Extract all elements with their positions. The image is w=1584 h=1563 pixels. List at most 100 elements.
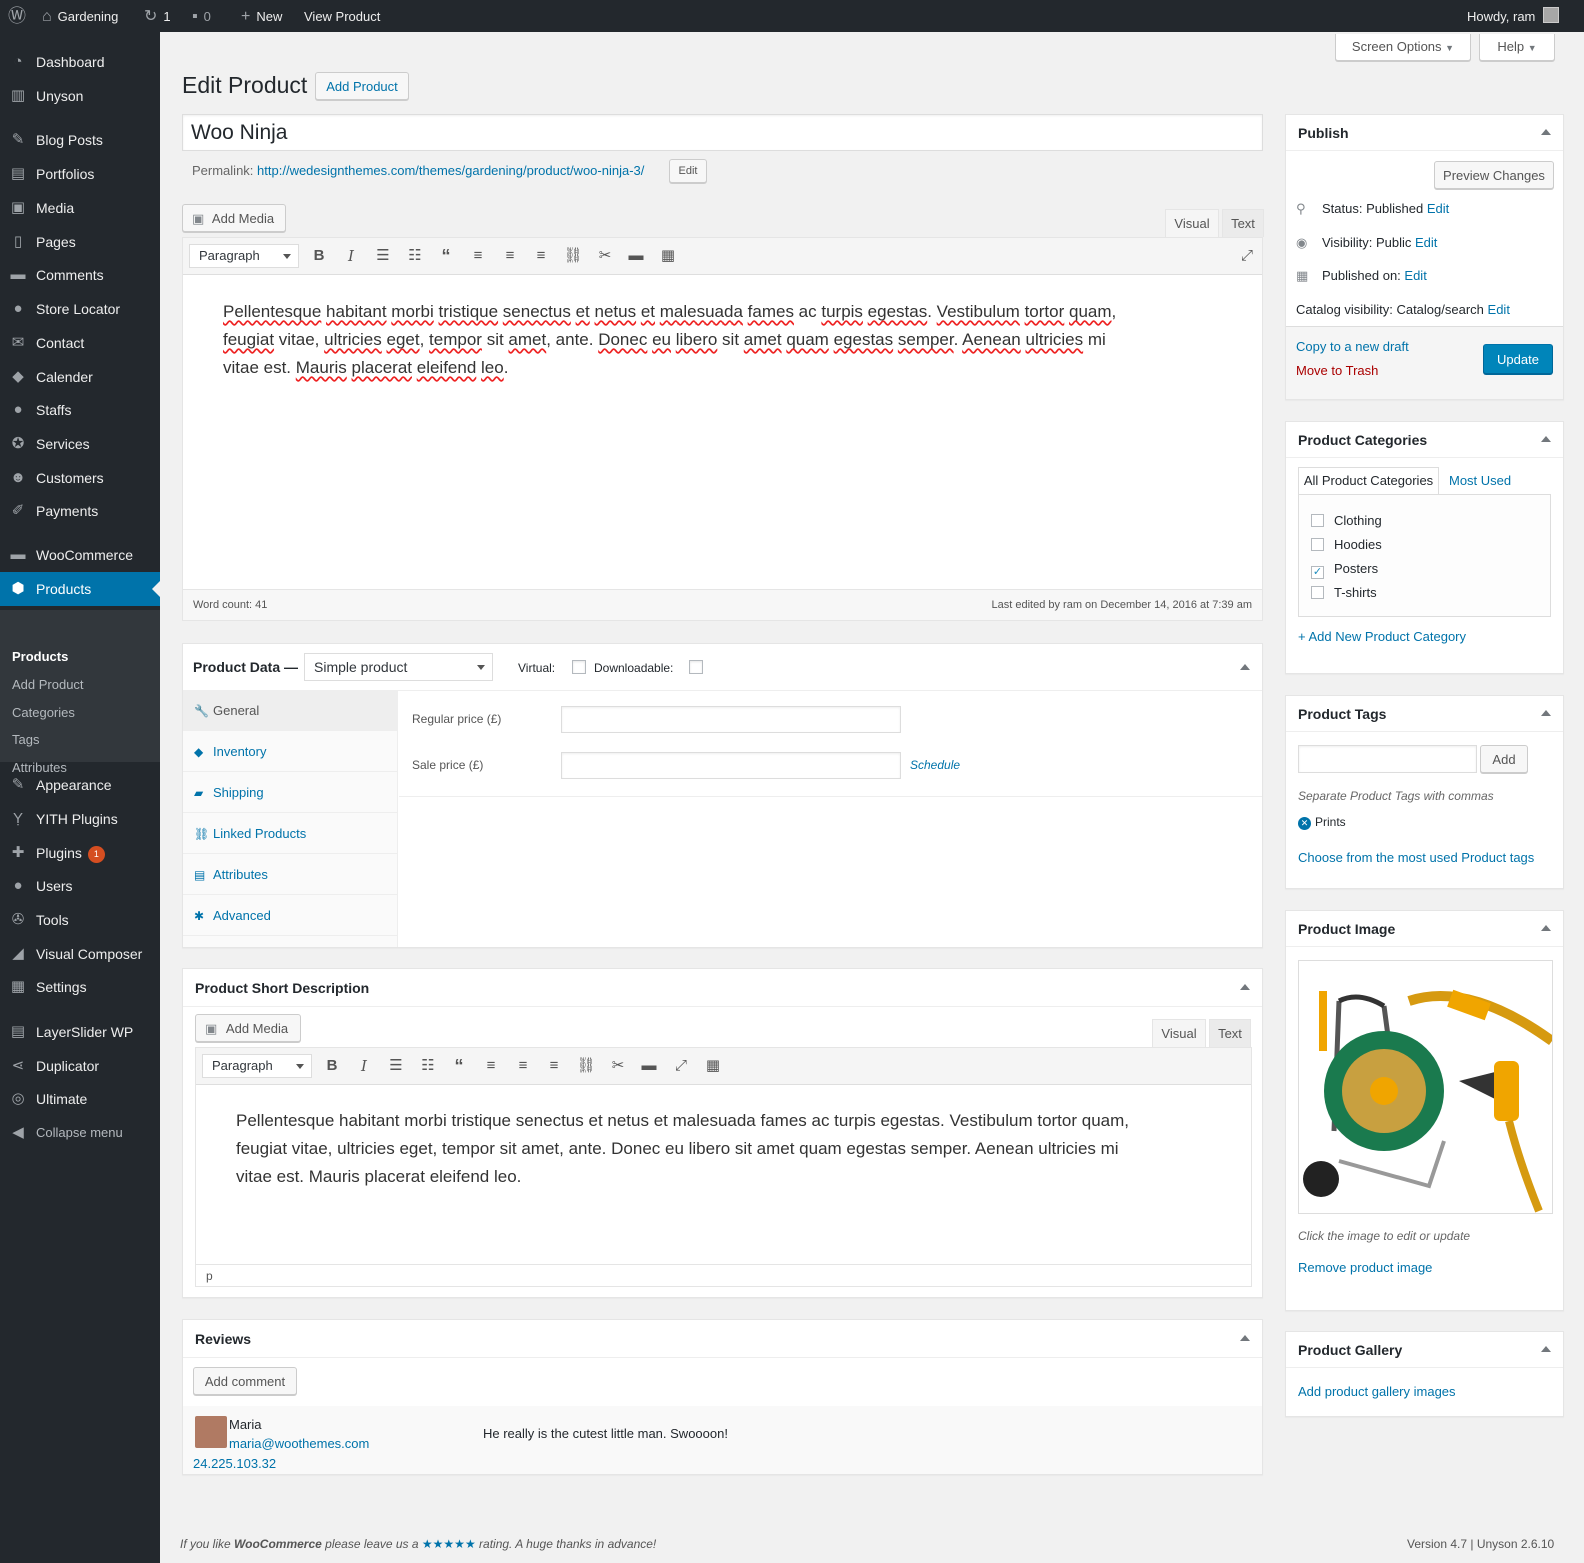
align-right-icon[interactable]: ≡ [531,246,551,266]
downloadable-checkbox[interactable] [689,660,703,674]
toolbar-toggle-icon[interactable]: ▦ [703,1056,723,1076]
toggle-icon[interactable] [1541,710,1551,716]
copy-draft-link[interactable]: Copy to a new draft [1296,339,1409,354]
review-email[interactable]: maria@woothemes.com [229,1436,369,1451]
post-title-input[interactable]: Woo Ninja [182,114,1263,151]
edit-date-link[interactable]: Edit [1404,268,1426,283]
format-select[interactable]: Paragraph [189,244,299,268]
sidebar-item-duplicator[interactable]: ⋖ Duplicator [0,1049,160,1083]
preview-changes-button[interactable]: Preview Changes [1434,161,1554,189]
add-tag-button[interactable]: Add [1480,745,1528,773]
align-left-icon[interactable]: ≡ [481,1056,501,1076]
toggle-icon[interactable] [1541,925,1551,931]
permalink-edit-button[interactable]: Edit [669,159,707,183]
rating-stars-link[interactable]: ★★★★★ [422,1537,476,1551]
regular-price-input[interactable] [561,706,901,733]
toggle-icon[interactable] [1541,436,1551,442]
bullet-list-icon[interactable]: ☰ [373,246,393,266]
submenu-categories[interactable]: Categories [12,705,75,720]
tab-advanced[interactable]: ✱ Advanced [183,896,397,936]
sidebar-item-media[interactable]: ▣ Media [0,191,160,225]
help-button[interactable]: Help ▼ [1479,34,1555,61]
sidebar-item-portfolios[interactable]: ▤ Portfolios [0,157,160,191]
sidebar-item-pages[interactable]: ▯ Pages [0,225,160,259]
edit-status-link[interactable]: Edit [1427,201,1449,216]
sidebar-item-woocommerce[interactable]: ▬ WooCommerce [0,538,160,572]
toggle-icon[interactable] [1240,1335,1250,1341]
comments-link[interactable]: ▪ 0 [192,0,211,32]
howdy-link[interactable]: Howdy, ram [1467,0,1535,32]
tab-text[interactable]: Text [1222,209,1264,237]
add-media-button[interactable]: ▣ Add Media [182,204,286,232]
toggle-icon[interactable] [1541,129,1551,135]
updates-link[interactable]: ↻ 1 [144,0,171,32]
sidebar-item-users[interactable]: ● Users [0,869,160,903]
sidebar-item-dashboard[interactable]: ◔ Dashboard [0,45,160,79]
sidebar-item-payments[interactable]: ✐ Payments [0,494,160,528]
italic-icon[interactable]: I [354,1056,374,1076]
review-ip[interactable]: 24.225.103.32 [193,1456,276,1471]
sidebar-item-yith-plugins[interactable]: Ỵ YITH Plugins [0,802,160,836]
align-center-icon[interactable]: ≡ [513,1056,533,1076]
link-icon[interactable]: ⛓ [563,246,583,266]
sidebar-item-products[interactable]: ⬢ Products [0,572,160,606]
align-center-icon[interactable]: ≡ [500,246,520,266]
update-button[interactable]: Update [1483,344,1553,374]
align-right-icon[interactable]: ≡ [544,1056,564,1076]
tag-input[interactable] [1298,745,1477,773]
choose-tags-link[interactable]: Choose from the most used Product tags [1298,850,1534,865]
bold-icon[interactable]: B [309,246,329,266]
sidebar-item-contact[interactable]: ✉ Contact [0,326,160,360]
read-more-icon[interactable]: ▬ [639,1056,659,1076]
tab-shipping[interactable]: ▰ Shipping [183,773,397,813]
view-product-link[interactable]: View Product [304,0,380,32]
align-left-icon[interactable]: ≡ [468,246,488,266]
toggle-icon[interactable] [1240,984,1250,990]
screen-options-button[interactable]: Screen Options ▼ [1335,34,1471,61]
sidebar-item-ultimate[interactable]: ◎ Ultimate [0,1082,160,1116]
bold-icon[interactable]: B [322,1056,342,1076]
fullscreen-icon[interactable]: ⤢ [671,1056,691,1076]
sidebar-item-customers[interactable]: ☻ Customers [0,461,160,495]
add-new-category-link[interactable]: + Add New Product Category [1298,629,1466,644]
add-gallery-images-link[interactable]: Add product gallery images [1298,1384,1456,1399]
tab-attributes[interactable]: ▤ Attributes [183,855,397,895]
unlink-icon[interactable]: ✂ [608,1056,628,1076]
category-checkbox[interactable] [1311,586,1324,599]
category-checkbox[interactable]: ✓ [1311,566,1324,579]
remove-image-link[interactable]: Remove product image [1298,1260,1432,1275]
category-checkbox[interactable] [1311,538,1324,551]
sidebar-item-appearance[interactable]: ✎ Appearance [0,768,160,802]
sidebar-item-collapse-menu[interactable]: ◀ Collapse menu [0,1116,160,1150]
avatar[interactable] [1543,7,1559,23]
wordpress-logo-icon[interactable]: Ⓦ [8,0,26,32]
sidebar-item-blog-posts[interactable]: ✎ Blog Posts [0,123,160,157]
sidebar-item-visual-composer[interactable]: ◢ Visual Composer [0,937,160,971]
tab-general[interactable]: 🔧 General [183,691,397,731]
sidebar-item-unyson[interactable]: ▥ Unyson [0,79,160,113]
toggle-icon[interactable] [1541,1346,1551,1352]
submenu-products[interactable]: Products [12,649,68,664]
sidebar-item-comments[interactable]: ▬ Comments [0,258,160,292]
schedule-link[interactable]: Schedule [910,758,960,772]
blockquote-icon[interactable]: “ [449,1056,469,1076]
sale-price-input[interactable] [561,752,901,779]
italic-icon[interactable]: I [341,246,361,266]
tab-visual[interactable]: Visual [1152,1019,1206,1047]
product-type-select[interactable]: Simple product [304,653,493,681]
edit-catalog-link[interactable]: Edit [1488,302,1510,317]
sidebar-item-plugins[interactable]: ✚ Plugins 1 [0,836,160,870]
tab-inventory[interactable]: ◆ Inventory [183,732,397,772]
tab-all-categories[interactable]: All Product Categories [1298,467,1439,495]
numbered-list-icon[interactable]: ☷ [418,1056,438,1076]
edit-visibility-link[interactable]: Edit [1415,235,1437,250]
sidebar-item-layerslider-wp[interactable]: ▤ LayerSlider WP [0,1015,160,1049]
tab-visual[interactable]: Visual [1165,209,1219,237]
numbered-list-icon[interactable]: ☷ [405,246,425,266]
product-image[interactable] [1298,960,1553,1214]
tab-most-used[interactable]: Most Used [1449,473,1511,488]
unlink-icon[interactable]: ✂ [595,246,615,266]
sidebar-item-store-locator[interactable]: ● Store Locator [0,292,160,326]
sidebar-item-settings[interactable]: ▦ Settings [0,970,160,1004]
sidebar-item-tools[interactable]: ✇ Tools [0,903,160,937]
